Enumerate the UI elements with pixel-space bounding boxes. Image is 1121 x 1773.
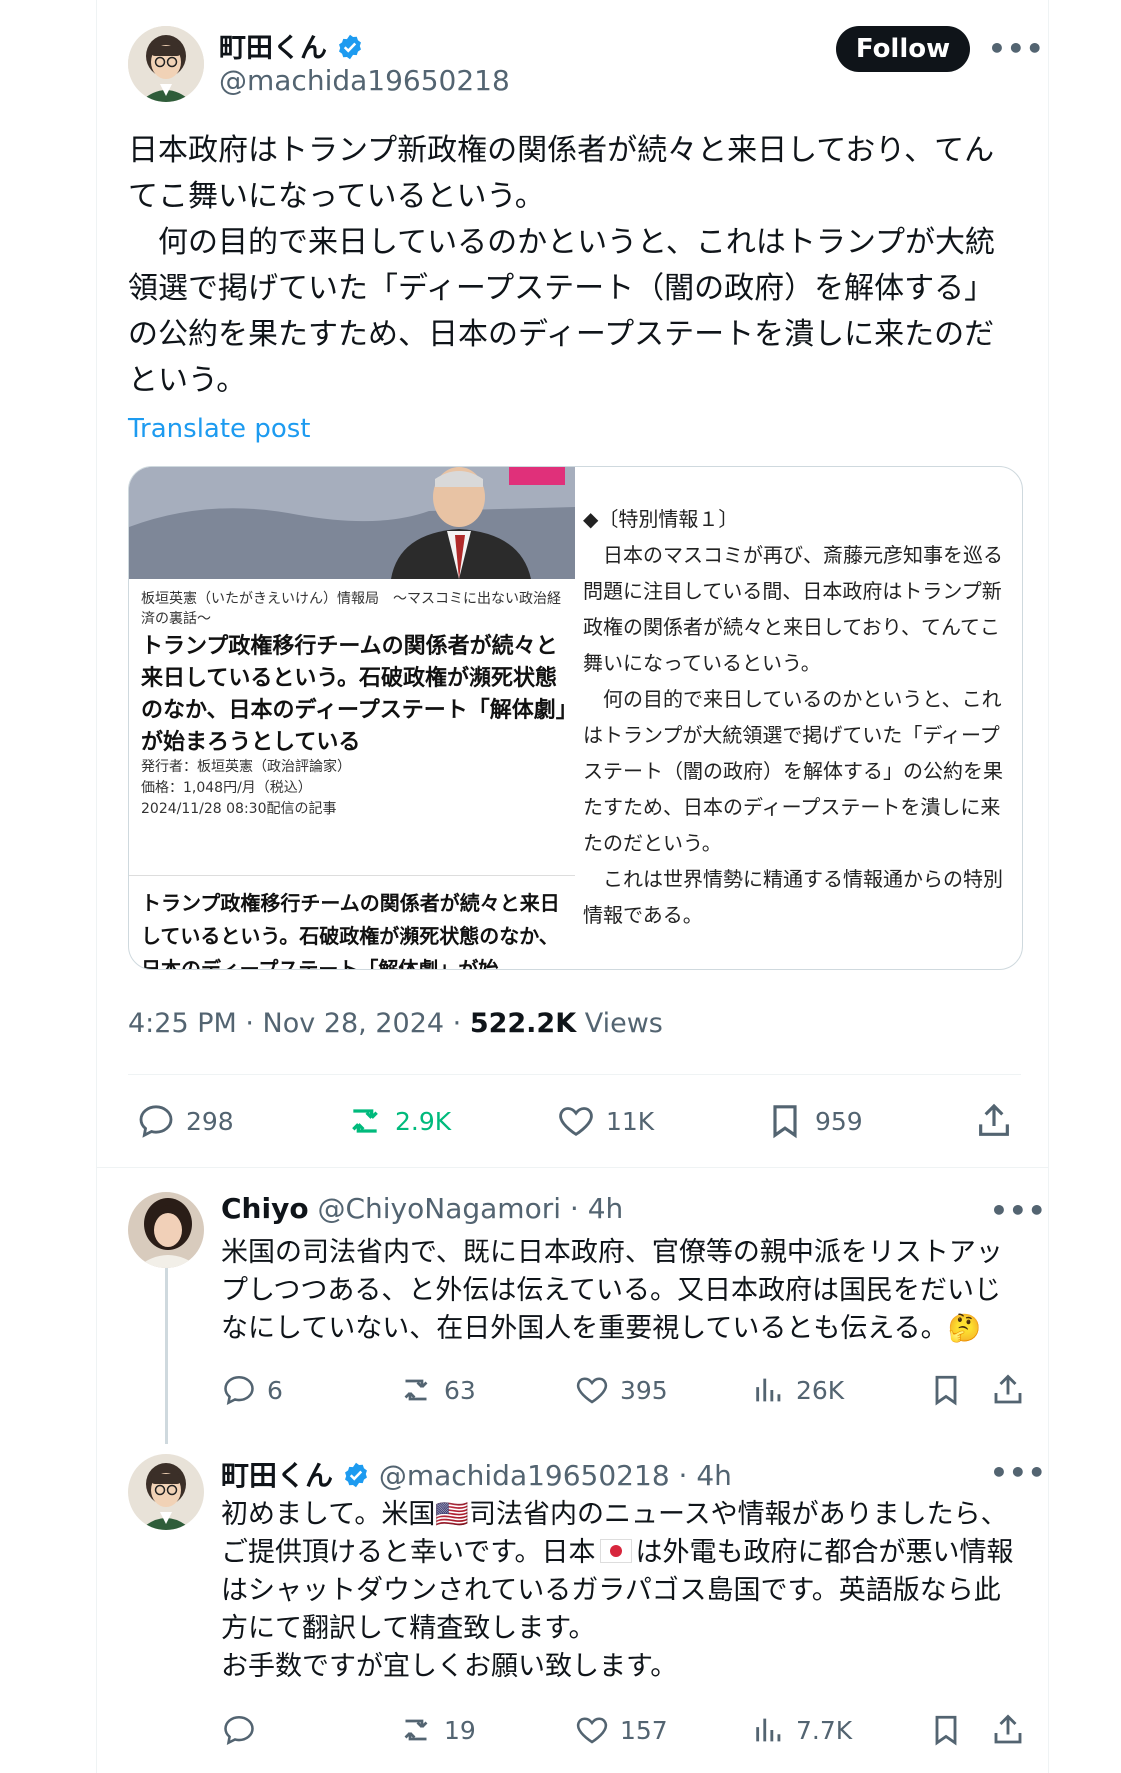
repost-button[interactable]: 63 bbox=[398, 1372, 476, 1408]
translate-post-link[interactable]: Translate post bbox=[128, 414, 310, 444]
us-flag-icon: 🇺🇸 bbox=[435, 1499, 470, 1530]
bookmark-button[interactable] bbox=[928, 1712, 964, 1748]
repost-count: 19 bbox=[444, 1715, 476, 1745]
like-count: 395 bbox=[620, 1375, 668, 1405]
bookmark-button[interactable] bbox=[928, 1372, 964, 1408]
heart-icon bbox=[559, 1107, 593, 1136]
share-button[interactable] bbox=[990, 1372, 1026, 1408]
repost-button[interactable]: 19 bbox=[398, 1712, 476, 1748]
reply-icon bbox=[224, 1715, 254, 1746]
reply-avatar[interactable] bbox=[128, 1192, 204, 1268]
analytics-icon bbox=[756, 1378, 781, 1402]
repost-count: 2.9K bbox=[395, 1106, 452, 1136]
share-icon bbox=[994, 1714, 1022, 1744]
share-button[interactable] bbox=[974, 1101, 1014, 1141]
reply-display-name[interactable]: Chiyo bbox=[221, 1192, 309, 1225]
views-count: 7.7K bbox=[796, 1715, 853, 1745]
reply-text: 米国の司法省内で、既に日本政府、官僚等の親中派をリストアップしつつある、と外伝は… bbox=[221, 1237, 1003, 1344]
heart-icon bbox=[576, 1717, 608, 1744]
more-options-icon[interactable]: ••• bbox=[990, 1456, 1047, 1489]
views-label: Views bbox=[576, 1008, 663, 1039]
author-avatar[interactable] bbox=[128, 26, 204, 102]
reply-text: 初めまして。米国🇺🇸司法省内のニュースや情報がありましたら、ご提供頂けると幸いで… bbox=[221, 1496, 1021, 1686]
post-timestamp-row: 4:25 PM · Nov 28, 2024 · 522.2K Views bbox=[128, 1008, 663, 1039]
divider bbox=[96, 1167, 1049, 1168]
reply-icon bbox=[139, 1105, 173, 1138]
post-media-image[interactable]: 板垣英憲（いたがきえいけん）情報局 〜マスコミに出ない政治経済の裏話〜 トランプ… bbox=[128, 466, 1023, 970]
views-count: 522.2K bbox=[469, 1008, 577, 1039]
reply-handle-time[interactable]: @ChiyoNagamori · 4h bbox=[317, 1192, 623, 1225]
article-source: 板垣英憲（いたがきえいけん）情報局 〜マスコミに出ない政治経済の裏話〜 bbox=[141, 591, 561, 627]
verified-badge-icon bbox=[339, 34, 362, 60]
like-count: 157 bbox=[620, 1715, 668, 1745]
reply-avatar[interactable] bbox=[128, 1454, 204, 1530]
like-button[interactable]: 11K bbox=[556, 1101, 654, 1141]
reply-text-part: 初めまして。米国 bbox=[221, 1499, 436, 1530]
reply-display-name[interactable]: 町田くん bbox=[221, 1459, 333, 1492]
like-button[interactable]: 395 bbox=[574, 1372, 668, 1408]
verified-badge-icon bbox=[344, 1462, 367, 1488]
repost-count: 63 bbox=[444, 1375, 476, 1405]
article-header-photo bbox=[129, 467, 575, 579]
like-count: 11K bbox=[606, 1106, 655, 1136]
author-display-name[interactable]: 町田くん bbox=[219, 33, 327, 64]
reply-author-row[interactable]: 町田くん @machida19650218 · 4h bbox=[221, 1454, 732, 1494]
article-price: 価格：1,048円/月（税込） bbox=[141, 780, 312, 796]
author-name-row[interactable]: 町田くん bbox=[219, 26, 364, 65]
repost-icon bbox=[404, 1379, 428, 1401]
article-excerpt: トランプ政権移行チームの関係者が続々と来日しているという。石破政権が瀕死状態のな… bbox=[141, 891, 560, 970]
bookmark-icon bbox=[773, 1105, 797, 1139]
bookmark-button[interactable]: 959 bbox=[765, 1101, 863, 1141]
bookmark-icon bbox=[935, 1375, 957, 1406]
reply-count: 298 bbox=[186, 1106, 234, 1136]
japan-flag-icon bbox=[599, 1539, 632, 1563]
thread-connector bbox=[165, 1268, 168, 1444]
heart-icon bbox=[576, 1377, 608, 1404]
reply-button[interactable] bbox=[221, 1712, 257, 1748]
share-icon bbox=[979, 1103, 1009, 1136]
views-button[interactable]: 7.7K bbox=[752, 1712, 852, 1748]
bookmark-icon bbox=[935, 1715, 957, 1746]
article-body-text: ◆〔特別情報１〕 日本のマスコミが再び、斎藤元彦知事を巡る問題に注目している間、… bbox=[583, 507, 1003, 927]
follow-button[interactable]: Follow bbox=[836, 26, 970, 72]
repost-button[interactable]: 2.9K bbox=[345, 1101, 451, 1141]
share-icon bbox=[994, 1374, 1022, 1404]
article-date: 2024/11/28 08:30配信の記事 bbox=[141, 801, 337, 817]
reply-icon bbox=[224, 1375, 254, 1406]
post-timestamp[interactable]: 4:25 PM · Nov 28, 2024 · bbox=[128, 1008, 470, 1039]
repost-icon bbox=[352, 1109, 378, 1133]
reply-author-row[interactable]: Chiyo @ChiyoNagamori · 4h bbox=[221, 1192, 623, 1225]
reply-handle-time[interactable]: @machida19650218 · 4h bbox=[379, 1459, 732, 1492]
reply-button[interactable]: 298 bbox=[136, 1101, 234, 1141]
author-handle[interactable]: @machida19650218 bbox=[219, 64, 510, 97]
article-publisher: 発行者：板垣英憲（政治評論家） bbox=[141, 759, 351, 775]
article-divider bbox=[129, 875, 575, 876]
reply-count: 6 bbox=[267, 1375, 283, 1405]
article-screenshot-right: ◆〔特別情報１〕 日本のマスコミが再び、斎藤元彦知事を巡る問題に注目している間、… bbox=[575, 467, 1022, 969]
bookmark-count: 959 bbox=[815, 1106, 863, 1136]
post-text: 日本政府はトランプ新政権の関係者が続々と来日しており、てんてこ舞いになっていると… bbox=[128, 133, 995, 398]
article-headline: トランプ政権移行チームの関係者が続々と来日しているという。石破政権が瀕死状態のな… bbox=[141, 634, 567, 755]
divider bbox=[128, 1074, 1021, 1075]
analytics-icon bbox=[756, 1718, 781, 1742]
article-screenshot-left: 板垣英憲（いたがきえいけん）情報局 〜マスコミに出ない政治経済の裏話〜 トランプ… bbox=[129, 467, 575, 969]
share-button[interactable] bbox=[990, 1712, 1026, 1748]
more-options-icon[interactable]: ••• bbox=[988, 32, 1045, 65]
more-options-icon[interactable]: ••• bbox=[990, 1194, 1047, 1227]
repost-icon bbox=[404, 1719, 428, 1741]
views-button[interactable]: 26K bbox=[752, 1372, 844, 1408]
views-count: 26K bbox=[796, 1375, 845, 1405]
reply-button[interactable]: 6 bbox=[221, 1372, 283, 1408]
like-button[interactable]: 157 bbox=[574, 1712, 668, 1748]
